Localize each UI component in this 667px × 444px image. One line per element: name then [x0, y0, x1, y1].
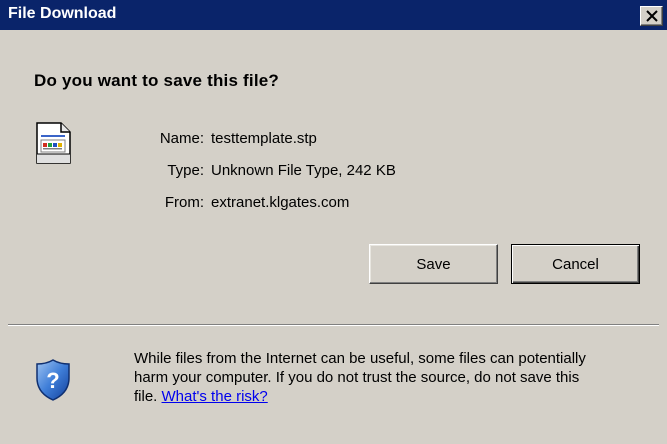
dialog-question: Do you want to save this file? — [34, 71, 279, 90]
svg-text:?: ? — [46, 368, 59, 393]
file-name-label: Name: — [159, 130, 204, 147]
save-button-label: Save — [416, 255, 451, 273]
warning-line-3: file. What's the risk? — [134, 387, 664, 406]
file-type-row: Type: Unknown File Type, 242 KB — [0, 162, 667, 182]
cancel-button[interactable]: Cancel — [511, 244, 640, 284]
close-button[interactable] — [640, 6, 663, 26]
save-button[interactable]: Save — [369, 244, 498, 284]
file-type-label: Type: — [167, 162, 204, 179]
title-bar[interactable]: File Download — [0, 0, 667, 30]
file-source-value: extranet.klgates.com — [211, 194, 350, 211]
whats-the-risk-link[interactable]: What's the risk? — [162, 388, 268, 405]
window-title: File Download — [8, 5, 117, 22]
warning-line-2: harm your computer. If you do not trust … — [134, 369, 580, 386]
file-name-row: Name: testtemplate.stp — [0, 130, 667, 150]
separator-highlight — [8, 325, 659, 326]
security-warning: While files from the Internet can be use… — [134, 349, 664, 406]
warning-line-3-prefix: file. — [134, 388, 162, 405]
file-type-value: Unknown File Type, 242 KB — [211, 162, 396, 179]
file-download-dialog: File Download Do you want to save this f… — [0, 0, 667, 444]
warning-line-1: While files from the Internet can be use… — [134, 350, 586, 367]
file-source-row: From: extranet.klgates.com — [0, 194, 667, 214]
shield-question-icon: ? — [34, 358, 72, 402]
file-source-label: From: — [164, 194, 204, 211]
file-name-value: testtemplate.stp — [211, 130, 317, 147]
cancel-button-label: Cancel — [552, 255, 599, 273]
close-icon — [646, 10, 658, 22]
